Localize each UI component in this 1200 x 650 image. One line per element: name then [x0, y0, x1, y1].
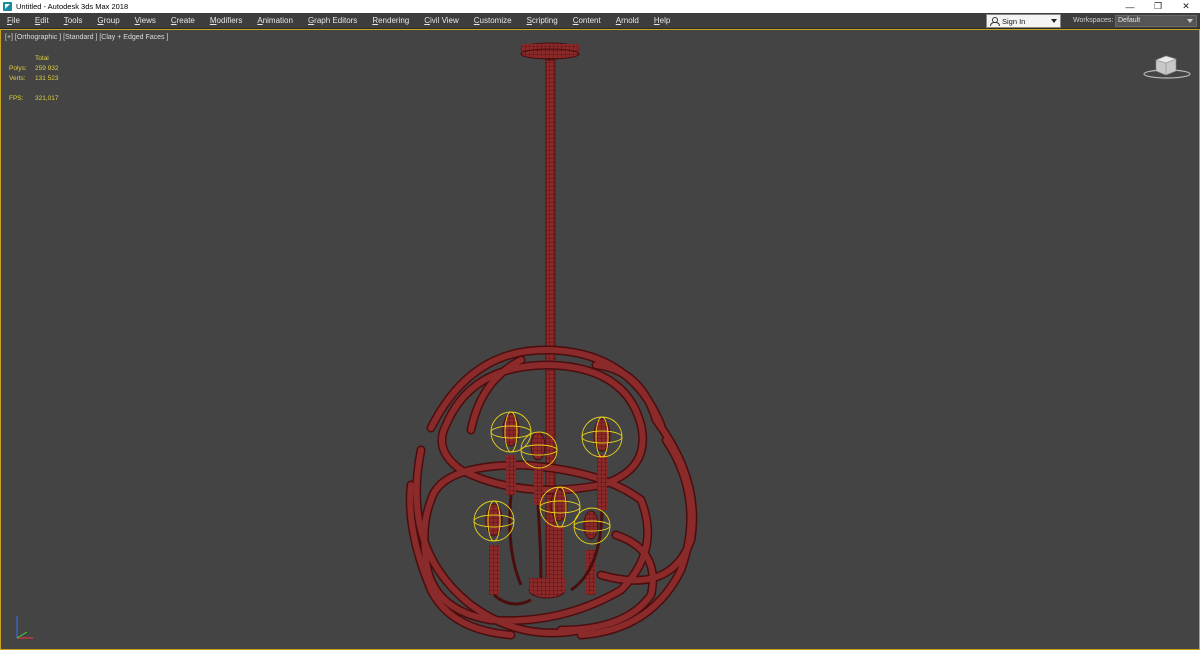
ceiling-canopy: [520, 42, 580, 60]
menu-item-views[interactable]: Views: [128, 13, 164, 29]
menu-items: File Edit Tools Group Views Create Modifiers An…: [0, 13, 678, 29]
workspaces-label: Workspaces:: [1073, 17, 1114, 24]
viewcube-icon[interactable]: [1142, 50, 1192, 80]
menu-bar: File Edit Tools Group Views Create Modifiers An…: [0, 13, 1200, 29]
axis-tripod-icon: [16, 616, 33, 639]
chevron-down-icon: [1187, 19, 1193, 23]
chandelier-model[interactable]: [1, 30, 1199, 649]
menu-item-arnold[interactable]: Arnold: [609, 13, 647, 29]
menu-item-content[interactable]: Content: [566, 13, 609, 29]
window-title: Untitled - Autodesk 3ds Max 2018: [16, 2, 129, 11]
menu-item-animation[interactable]: Animation: [250, 13, 301, 29]
user-icon: [990, 17, 1000, 26]
menu-item-scripting[interactable]: Scripting: [520, 13, 566, 29]
menu-item-tools[interactable]: Tools: [57, 13, 91, 29]
3ds-max-icon: [3, 2, 12, 11]
restore-button[interactable]: ❐: [1144, 0, 1172, 13]
menu-item-modifiers[interactable]: Modifiers: [203, 13, 250, 29]
title-bar: Untitled - Autodesk 3ds Max 2018 — ❐ ✕: [0, 0, 1200, 13]
menu-item-group[interactable]: Group: [90, 13, 127, 29]
window-controls: — ❐ ✕: [1116, 0, 1200, 13]
sign-in-button[interactable]: Sign In: [986, 14, 1061, 28]
close-button[interactable]: ✕: [1172, 0, 1200, 13]
menu-item-civil-view[interactable]: Civil View: [417, 13, 467, 29]
menu-item-help[interactable]: Help: [647, 13, 678, 29]
workspaces-selected: Default: [1118, 17, 1141, 24]
viewport-orthographic[interactable]: [+] [Orthographic ] [Standard ] [Clay + …: [0, 29, 1200, 650]
chevron-down-icon: [1051, 19, 1057, 23]
workspaces-dropdown[interactable]: Default: [1115, 15, 1197, 27]
menu-item-customize[interactable]: Customize: [467, 13, 520, 29]
menu-item-graph-editors[interactable]: Graph Editors: [301, 13, 365, 29]
menu-item-create[interactable]: Create: [164, 13, 203, 29]
menu-item-rendering[interactable]: Rendering: [365, 13, 417, 29]
menu-item-edit[interactable]: Edit: [28, 13, 57, 29]
menu-item-file[interactable]: File: [0, 13, 28, 29]
sign-in-label: Sign In: [1002, 16, 1026, 26]
minimize-button[interactable]: —: [1116, 0, 1144, 13]
